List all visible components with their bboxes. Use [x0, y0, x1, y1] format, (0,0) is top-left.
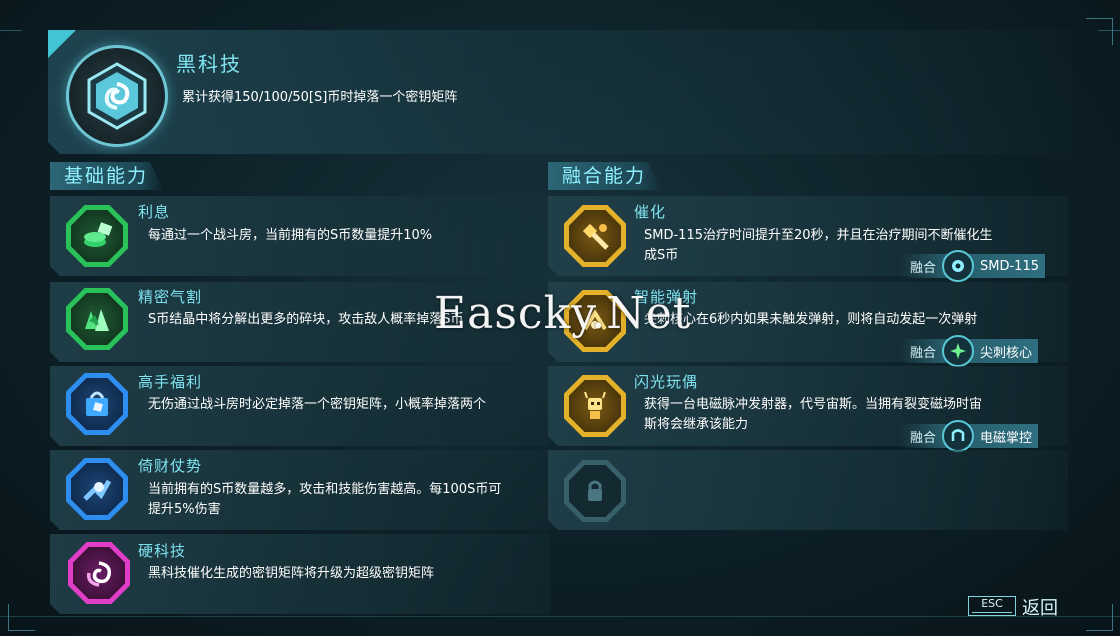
ability-description: 尖刺核心在6秒内如果未触发弹射，则将自动发起一次弹射	[644, 312, 978, 327]
tab-fusion-abilities: 融合能力	[548, 162, 662, 190]
ability-name: 倚财仗势	[138, 457, 203, 475]
fusion-requirement[interactable]: 融合 SMD-115	[900, 250, 1045, 282]
fusion-source-name: SMD-115	[980, 258, 1039, 274]
ability-description: 无伤通过战斗房时必定掉落一个密钥矩阵，小概率掉落两个	[148, 397, 487, 412]
black-tech-hex-icon	[66, 45, 168, 147]
back-button[interactable]: 返回	[1022, 594, 1058, 620]
ability-description: 每通过一个战斗房，当前拥有的S币数量提升10%	[148, 228, 433, 243]
esc-key-hint[interactable]: ESC	[968, 596, 1016, 616]
spike-core-icon	[942, 335, 975, 367]
fusion-requirement[interactable]: 融合 电磁掌控	[900, 420, 1039, 452]
fusion-label: 融合	[910, 260, 937, 276]
fusion-label: 融合	[910, 430, 937, 446]
ability-name: 高手福利	[138, 373, 203, 391]
watermark: Eascky.Net	[434, 288, 692, 339]
ability-name: 精密气割	[138, 288, 203, 306]
ability-name: 利息	[138, 203, 171, 221]
fusion-source-name: 电磁掌控	[980, 430, 1033, 446]
ability-description: 黑科技催化生成的密钥矩阵将升级为超级密钥矩阵	[148, 566, 435, 581]
drone-icon	[942, 250, 975, 282]
ability-name: 硬科技	[138, 542, 187, 560]
magnet-hand-icon	[942, 420, 975, 452]
ability-card-locked	[548, 450, 1068, 530]
fusion-label: 融合	[910, 345, 937, 361]
tab-basic-abilities: 基础能力	[50, 162, 164, 190]
page-description: 累计获得150/100/50[S]币时掉落一个密钥矩阵	[182, 90, 458, 105]
ability-name: 闪光玩偶	[634, 373, 699, 391]
page-title: 黑科技	[176, 52, 242, 76]
fusion-requirement[interactable]: 融合 尖刺核心	[900, 335, 1039, 367]
fusion-source-name: 尖刺核心	[980, 345, 1033, 361]
ability-description: 当前拥有的S币数量越多，攻击和技能伤害越高。每100S币可提升5%伤害	[148, 482, 502, 517]
ability-name: 催化	[634, 203, 667, 221]
